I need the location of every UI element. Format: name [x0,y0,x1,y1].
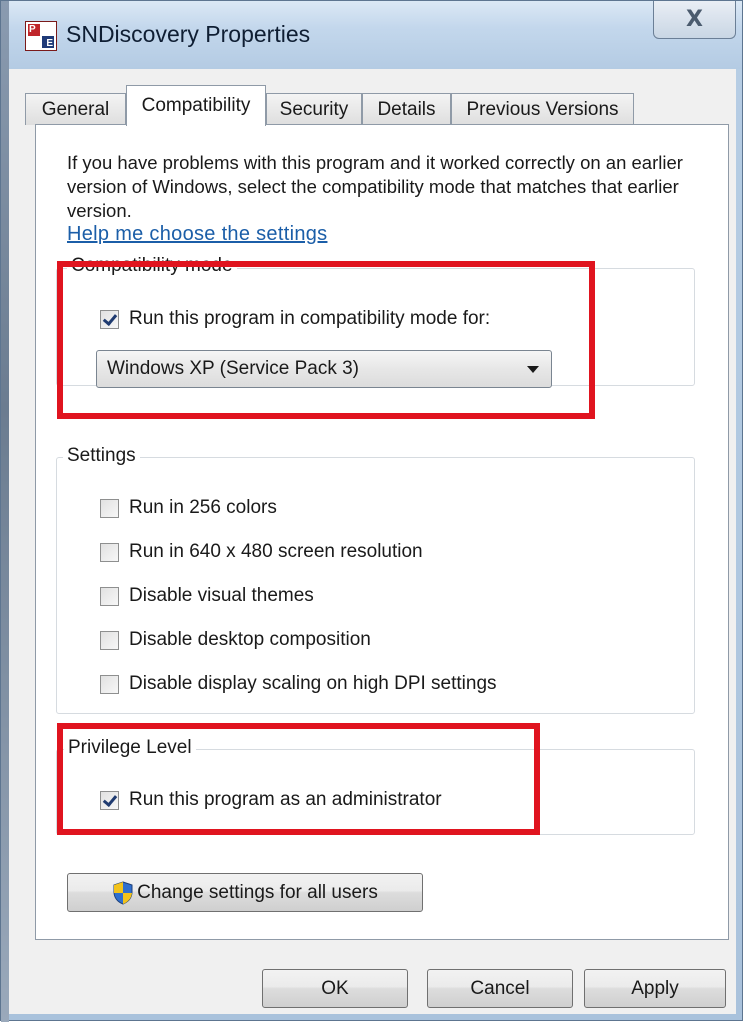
close-button[interactable]: X [653,1,736,39]
change-settings-all-users-button[interactable]: Change settings for all users [67,873,423,912]
change-settings-all-users-label: Change settings for all users [137,881,378,903]
setting-checkbox[interactable] [100,542,119,562]
setting-label: Run in 256 colors [129,497,277,518]
setting-row[interactable]: Disable display scaling on high DPI sett… [100,673,497,695]
highlight-privilege-level [57,723,540,835]
app-icon-letter-bottom: E [46,38,53,49]
dialog-client-area: General Compatibility Security Details P… [9,69,736,1014]
uac-shield-icon [112,880,134,905]
setting-label: Disable display scaling on high DPI sett… [129,673,497,694]
setting-checkbox[interactable] [100,674,119,694]
setting-checkbox[interactable] [100,630,119,650]
close-icon: X [686,7,703,32]
window-title: SNDiscovery Properties [66,21,311,47]
setting-label: Disable desktop composition [129,629,371,650]
tab-previous-versions[interactable]: Previous Versions [451,93,634,125]
setting-checkbox[interactable] [100,498,119,518]
setting-label: Run in 640 x 480 screen resolution [129,541,423,562]
highlight-compatibility-mode [57,261,595,419]
app-icon-letter-top: P [29,24,36,35]
title-bar[interactable]: P E SNDiscovery Properties [9,1,742,69]
properties-window: P E SNDiscovery Properties X General Com… [0,0,743,1022]
tab-security[interactable]: Security [266,93,362,125]
window-border [1,1,9,1022]
ok-button[interactable]: OK [262,969,408,1008]
tab-compatibility[interactable]: Compatibility [126,85,266,126]
setting-row[interactable]: Run in 640 x 480 screen resolution [100,541,423,563]
tab-details[interactable]: Details [362,93,451,125]
setting-row[interactable]: Disable desktop composition [100,629,371,651]
apply-button[interactable]: Apply [584,969,726,1008]
setting-row[interactable]: Disable visual themes [100,585,314,607]
setting-row[interactable]: Run in 256 colors [100,497,277,519]
setting-checkbox[interactable] [100,586,119,606]
help-link[interactable]: Help me choose the settings [67,223,327,246]
settings-label: Settings [63,445,140,467]
app-icon: P E [25,21,57,51]
tab-general[interactable]: General [25,93,126,125]
cancel-button[interactable]: Cancel [427,969,573,1008]
intro-text: If you have problems with this program a… [67,152,683,221]
setting-label: Disable visual themes [129,585,314,606]
